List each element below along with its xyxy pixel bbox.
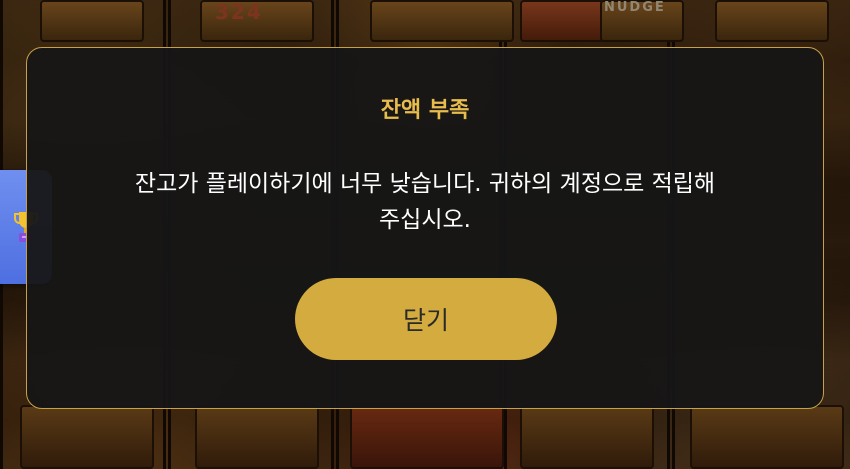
dialog-message-line: 잔고가 플레이하기에 너무 낮습니다. 귀하의 계정으로 적립해	[134, 171, 716, 197]
close-button[interactable]: 닫기	[295, 278, 557, 360]
insufficient-balance-dialog: 잔액 부족 잔고가 플레이하기에 너무 낮습니다. 귀하의 계정으로 적립해 주…	[26, 47, 824, 409]
dialog-message: 잔고가 플레이하기에 너무 낮습니다. 귀하의 계정으로 적립해 주십시오.	[67, 166, 783, 238]
dialog-title: 잔액 부족	[380, 98, 470, 123]
dialog-message-line: 주십시오.	[379, 207, 471, 233]
